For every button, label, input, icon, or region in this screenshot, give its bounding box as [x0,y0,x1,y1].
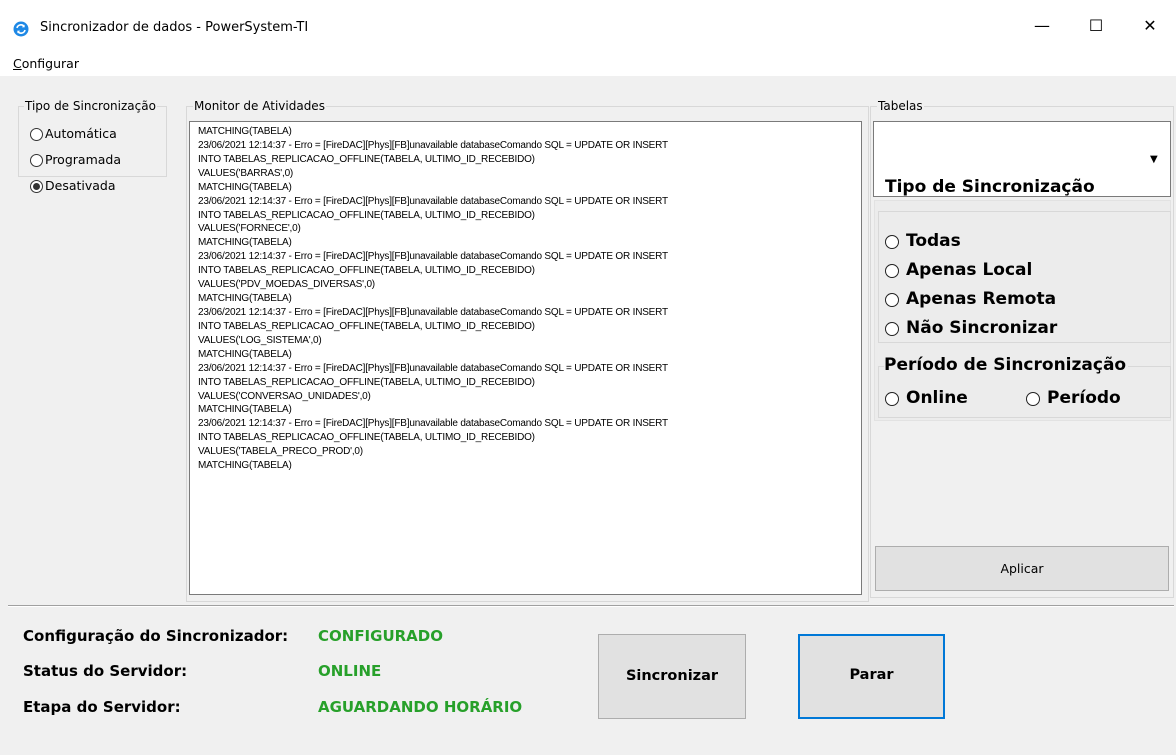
stop-button[interactable]: Parar [798,634,945,719]
config-status-label: Configuração do Sincronizador: [23,627,289,645]
table-sync-type-legend: Tipo de Sincronização [885,177,1095,197]
radio-apenas-local-label: Apenas Local [906,260,1033,280]
radio-desativada[interactable] [30,180,43,193]
close-button[interactable]: ✕ [1125,0,1175,52]
activity-log-text: MATCHING(TABELA) 23/06/2021 12:14:37 - E… [198,126,668,472]
menu-configurar-label: onfigurar [21,56,79,71]
sync-button[interactable]: Sincronizar [598,634,746,719]
radio-programada-label: Programada [45,152,121,167]
radio-online[interactable] [885,392,899,406]
tables-legend: Tabelas [877,99,924,113]
menu-configurar[interactable]: Configurar [13,55,79,72]
radio-periodo-label: Período [1047,388,1121,408]
radio-todas-label: Todas [906,231,961,251]
minimize-button[interactable]: — [1017,0,1067,52]
menu-bar [0,52,1176,76]
separator-line-highlight [8,606,1174,607]
radio-online-label: Online [906,388,968,408]
radio-nao-sincronizar-label: Não Sincronizar [906,318,1058,338]
activity-monitor-legend: Monitor de Atividades [193,99,326,113]
server-status-value: ONLINE [318,662,382,680]
dropdown-arrow-icon[interactable]: ▼ [1150,153,1158,167]
window-title: Sincronizador de dados - PowerSystem-TI [40,20,309,35]
config-status-value: CONFIGURADO [318,627,443,645]
radio-automatica[interactable] [30,128,43,141]
radio-desativada-label: Desativada [45,178,116,193]
sync-app-icon [13,21,29,37]
sync-type-legend: Tipo de Sincronização [24,99,157,113]
menu-configurar-accel: C [13,56,22,71]
radio-apenas-local[interactable] [885,264,899,278]
radio-apenas-remota-label: Apenas Remota [906,289,1057,309]
maximize-button[interactable]: ☐ [1071,0,1121,52]
radio-automatica-label: Automática [45,126,117,141]
apply-button[interactable]: Aplicar [875,546,1169,591]
server-stage-label: Etapa do Servidor: [23,698,181,716]
server-status-label: Status do Servidor: [23,662,188,680]
radio-nao-sincronizar[interactable] [885,322,899,336]
radio-apenas-remota[interactable] [885,293,899,307]
radio-programada[interactable] [30,154,43,167]
radio-todas[interactable] [885,235,899,249]
radio-periodo[interactable] [1026,392,1040,406]
activity-log-memo[interactable]: MATCHING(TABELA) 23/06/2021 12:14:37 - E… [189,121,862,595]
table-sync-period-legend: Período de Sincronização [884,354,1129,376]
server-stage-value: AGUARDANDO HORÁRIO [318,698,523,716]
